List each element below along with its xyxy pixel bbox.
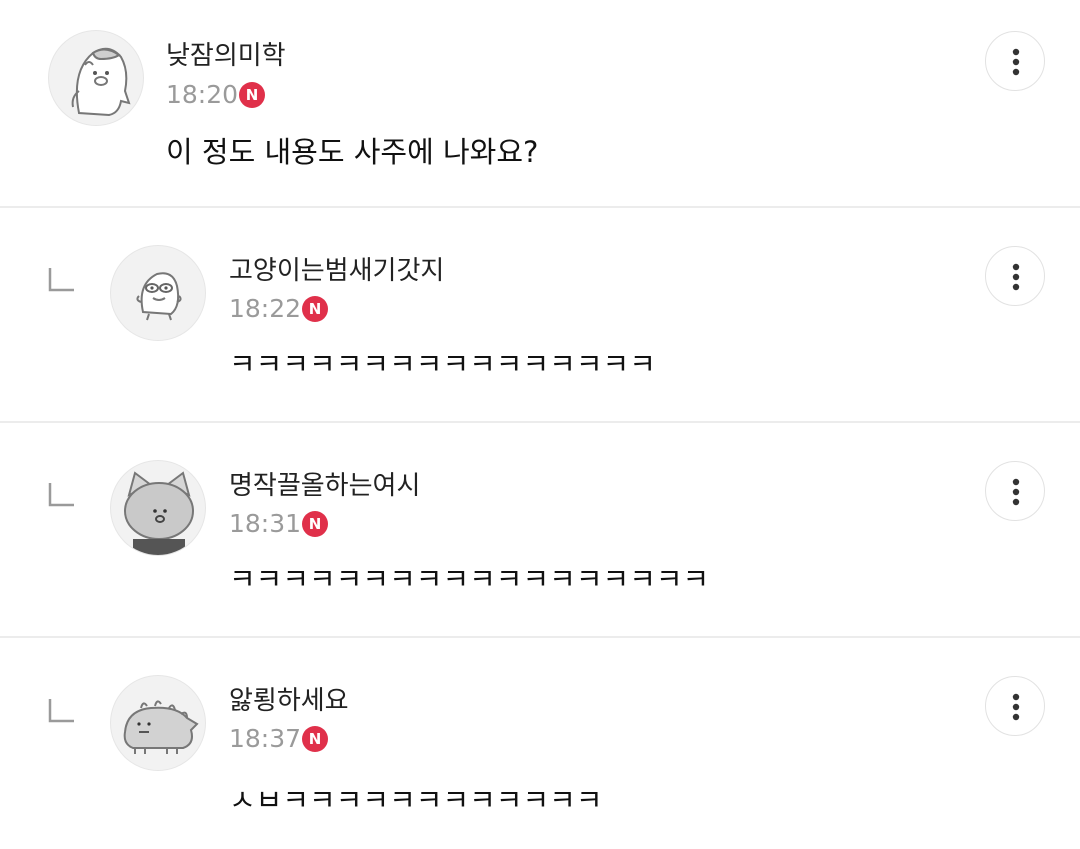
- comment-text: ㅋㅋㅋㅋㅋㅋㅋㅋㅋㅋㅋㅋㅋㅋㅋㅋㅋㅋ: [229, 562, 710, 596]
- more-vertical-icon: [1012, 48, 1020, 76]
- new-badge: N: [302, 296, 328, 322]
- fox-character-icon: [124, 471, 194, 555]
- comment-time: 18:20: [166, 80, 239, 109]
- comment-reply-item: 고양이는범새기갓지 18:22 N ㅋㅋㅋㅋㅋㅋㅋㅋㅋㅋㅋㅋㅋㅋㅋㅋ: [0, 208, 1080, 420]
- more-options-button[interactable]: [985, 461, 1045, 521]
- comment-item: 낮잠의미학 18:20 N 이 정도 내용도 사주에 나와요?: [0, 0, 1080, 206]
- new-badge: N: [302, 726, 328, 752]
- more-options-button[interactable]: [985, 31, 1045, 91]
- new-badge: N: [302, 511, 328, 537]
- comment-nickname[interactable]: 앓룅하세요: [229, 685, 349, 717]
- comment-nickname[interactable]: 낮잠의미학: [166, 40, 286, 72]
- dinosaur-character-icon: [123, 700, 199, 754]
- comment-time: 18:31: [229, 509, 302, 538]
- more-options-button[interactable]: [985, 246, 1045, 306]
- comment-time: 18:22: [229, 294, 302, 323]
- comment-text: ㅋㅋㅋㅋㅋㅋㅋㅋㅋㅋㅋㅋㅋㅋㅋㅋ: [229, 347, 656, 381]
- avatar[interactable]: [110, 245, 206, 341]
- reply-arrow-icon: [48, 699, 74, 723]
- more-vertical-icon: [1012, 478, 1020, 506]
- penguin-pig-icon: [71, 47, 131, 117]
- more-vertical-icon: [1012, 693, 1020, 721]
- comment-nickname[interactable]: 고양이는범새기갓지: [229, 255, 444, 287]
- avatar[interactable]: [110, 675, 206, 771]
- more-options-button[interactable]: [985, 676, 1045, 736]
- avatar[interactable]: [110, 460, 206, 556]
- comment-text: 이 정도 내용도 사주에 나와요?: [166, 135, 539, 169]
- reply-arrow-icon: [48, 268, 74, 292]
- comment-nickname[interactable]: 명작끌올하는여시: [229, 470, 420, 502]
- comment-reply-item: 명작끌올하는여시 18:31 N ㅋㅋㅋㅋㅋㅋㅋㅋㅋㅋㅋㅋㅋㅋㅋㅋㅋㅋ: [0, 423, 1080, 635]
- comment-time: 18:37: [229, 724, 302, 753]
- reply-arrow-icon: [48, 483, 74, 507]
- bird-character-icon: [136, 272, 182, 321]
- new-badge: N: [239, 82, 265, 108]
- comment-reply-item: 앓룅하세요 18:37 N ㅅㅂㅋㅋㅋㅋㅋㅋㅋㅋㅋㅋㅋㅋ: [0, 638, 1080, 849]
- comment-text: ㅅㅂㅋㅋㅋㅋㅋㅋㅋㅋㅋㅋㅋㅋ: [229, 783, 603, 817]
- avatar[interactable]: [48, 30, 144, 126]
- more-vertical-icon: [1012, 263, 1020, 291]
